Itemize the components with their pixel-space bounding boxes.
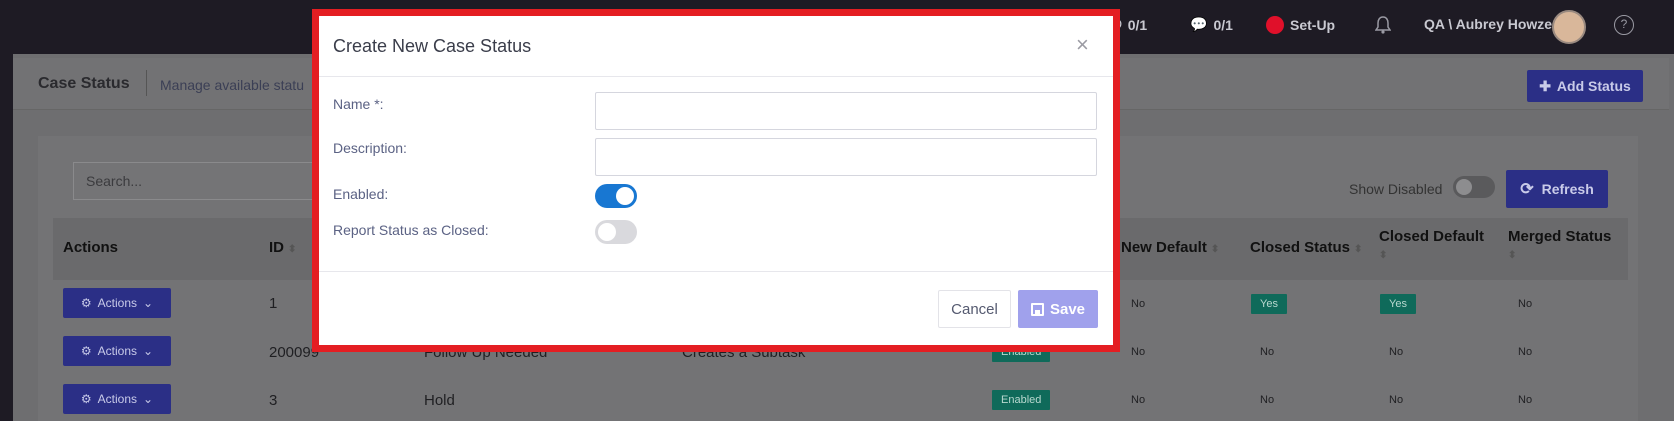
show-disabled-label: Show Disabled [1349, 181, 1443, 197]
report-closed-toggle[interactable] [595, 220, 637, 244]
sort-icon[interactable]: ⬍ [1211, 244, 1219, 255]
sort-icon[interactable]: ⬍ [1508, 250, 1516, 261]
avatar[interactable] [1552, 10, 1586, 44]
save-button[interactable]: Save [1018, 290, 1098, 328]
status-badge: Yes [1251, 294, 1287, 314]
left-sidebar [0, 54, 13, 421]
row-id: 1 [269, 295, 278, 312]
row-id: 3 [269, 392, 278, 409]
row-merged-status: No [1518, 346, 1533, 358]
description-label: Description: [333, 140, 407, 156]
enabled-toggle[interactable] [595, 184, 637, 208]
page-title: Case Status [38, 75, 130, 92]
chevron-down-icon: ⌄ [143, 344, 154, 358]
column-header-closed-default[interactable]: Closed Default ⬍ [1379, 228, 1484, 262]
chevron-down-icon: ⌄ [143, 392, 154, 406]
row-actions-button[interactable]: ⚙ Actions ⌄ [63, 336, 171, 366]
close-icon[interactable]: × [1076, 34, 1089, 56]
save-icon [1030, 302, 1044, 316]
row-name: Hold [424, 392, 455, 409]
row-new-default: No [1131, 298, 1146, 310]
report-closed-label: Report Status as Closed: [333, 222, 489, 238]
column-header-merged-status[interactable]: Merged Status ⬍ [1508, 228, 1611, 262]
enabled-label: Enabled: [333, 186, 389, 202]
refresh-icon: ⟳ [1520, 181, 1534, 198]
chevron-down-icon: ⌄ [143, 296, 154, 310]
status-badge: Yes [1380, 294, 1416, 314]
setup-status-dot [1266, 16, 1284, 34]
modal-footer-divider [319, 271, 1113, 272]
column-header-new-default[interactable]: New Default ⬍ [1121, 239, 1219, 256]
setup-link[interactable]: Set-Up [1266, 16, 1335, 34]
help-icon[interactable]: ? [1614, 15, 1634, 35]
status-badge: Enabled [992, 390, 1051, 410]
show-disabled-toggle[interactable] [1453, 176, 1495, 198]
sort-icon[interactable]: ⬍ [288, 244, 296, 255]
bell-icon[interactable] [1375, 16, 1391, 34]
plus-icon: ✚ [1539, 77, 1551, 94]
create-case-status-modal: Create New Case Status × Name *: Descrip… [319, 16, 1113, 345]
name-field[interactable] [595, 92, 1097, 130]
description-field[interactable] [595, 138, 1097, 176]
page-subtitle: Manage available statu [160, 77, 304, 93]
add-status-button[interactable]: ✚ Add Status [1527, 70, 1643, 102]
row-closed-default: No [1389, 394, 1404, 406]
gear-icon: ⚙ [80, 344, 92, 358]
gear-icon: ⚙ [80, 392, 92, 406]
row-closed-default: No [1389, 346, 1404, 358]
modal-title: Create New Case Status [333, 36, 532, 56]
column-header-id[interactable]: ID ⬍ [269, 239, 296, 256]
modal-header-divider [319, 76, 1113, 77]
gear-icon: ⚙ [80, 296, 92, 310]
row-closed-status: No [1260, 394, 1275, 406]
sort-icon[interactable]: ⬍ [1379, 250, 1387, 261]
header-divider [146, 70, 147, 96]
sms-counter[interactable]: 💬 0/1 [1190, 16, 1233, 33]
refresh-button[interactable]: ⟳ Refresh [1506, 170, 1608, 208]
column-header-actions: Actions [63, 239, 119, 256]
row-new-default: No [1131, 346, 1146, 358]
row-new-default: No [1131, 394, 1146, 406]
row-actions-button[interactable]: ⚙ Actions ⌄ [63, 288, 171, 318]
row-merged-status: No [1518, 298, 1533, 310]
cancel-button[interactable]: Cancel [938, 290, 1011, 328]
row-closed-status: No [1260, 346, 1275, 358]
sort-icon[interactable]: ⬍ [1354, 244, 1362, 255]
sms-icon: 💬 [1190, 16, 1208, 32]
column-header-closed-status[interactable]: Closed Status ⬍ [1250, 239, 1362, 256]
row-actions-button[interactable]: ⚙ Actions ⌄ [63, 384, 171, 414]
search-input[interactable]: Search... [73, 162, 333, 200]
user-menu[interactable]: QA \ Aubrey Howze [1424, 16, 1552, 32]
row-merged-status: No [1518, 394, 1533, 406]
name-label: Name *: [333, 96, 384, 112]
